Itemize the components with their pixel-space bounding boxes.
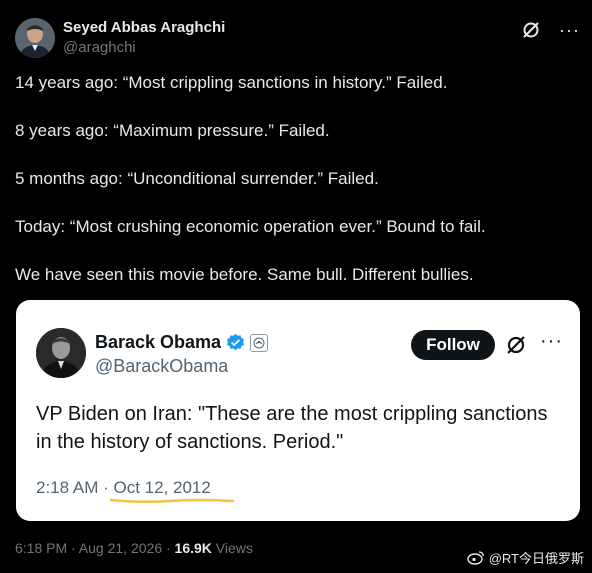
quoted-tweet-card[interactable]: Barack Obama @BarackObama Follow ··· VP … — [16, 300, 580, 521]
author-avatar[interactable] — [15, 18, 55, 58]
highlight-underline — [110, 498, 235, 504]
views-label: Views — [211, 540, 253, 556]
tweet-line: 8 years ago: “Maximum pressure.” Failed. — [15, 121, 330, 140]
more-dots-icon[interactable]: ··· — [559, 20, 580, 40]
quoted-author-name[interactable]: Barack Obama — [95, 332, 221, 353]
tweet-meta: 6:18 PM · Aug 21, 2026 · 16.9K Views — [15, 540, 253, 556]
quoted-timestamp[interactable]: 2:18 AM · Oct 12, 2012 — [36, 478, 235, 504]
tweet-text: 14 years ago: “Most crippling sanctions … — [15, 72, 580, 312]
watermark-text: @RT今日俄罗斯 — [488, 551, 584, 566]
quoted-author-handle[interactable]: @BarackObama — [95, 356, 228, 377]
tweet-line: Today: “Most crushing economic operation… — [15, 217, 486, 236]
government-seal-icon — [250, 333, 269, 352]
verified-badge-icon — [227, 333, 245, 351]
quoted-date-wrap: Oct 12, 2012 — [110, 478, 235, 504]
quoted-time: 2:18 AM · — [36, 478, 114, 497]
header-actions: ··· — [521, 20, 580, 40]
quoted-author-name-row: Barack Obama — [95, 332, 269, 353]
view-count: 16.9K — [174, 540, 212, 556]
quoted-tweet-text: VP Biden on Iran: "These are the most cr… — [36, 403, 548, 453]
tweet-line: We have seen this movie before. Same bul… — [15, 265, 474, 284]
author-handle[interactable]: @araghchi — [63, 39, 136, 56]
follow-button[interactable]: Follow — [411, 330, 495, 360]
grok-icon[interactable] — [521, 20, 541, 40]
grok-icon[interactable] — [505, 334, 527, 356]
tweet-timestamp[interactable]: 6:18 PM · Aug 21, 2026 · — [15, 540, 175, 556]
tweet-line: 5 months ago: “Unconditional surrender.”… — [15, 169, 379, 188]
tweet-line: 14 years ago: “Most crippling sanctions … — [15, 73, 448, 92]
watermark: @RT今日俄罗斯 — [467, 548, 584, 567]
more-dots-icon[interactable]: ··· — [540, 330, 563, 352]
tweet-header: Seyed Abbas Araghchi @araghchi ··· — [15, 14, 580, 58]
quoted-author-avatar[interactable] — [36, 328, 86, 378]
weibo-logo-icon — [467, 551, 484, 565]
author-name[interactable]: Seyed Abbas Araghchi — [63, 19, 225, 36]
